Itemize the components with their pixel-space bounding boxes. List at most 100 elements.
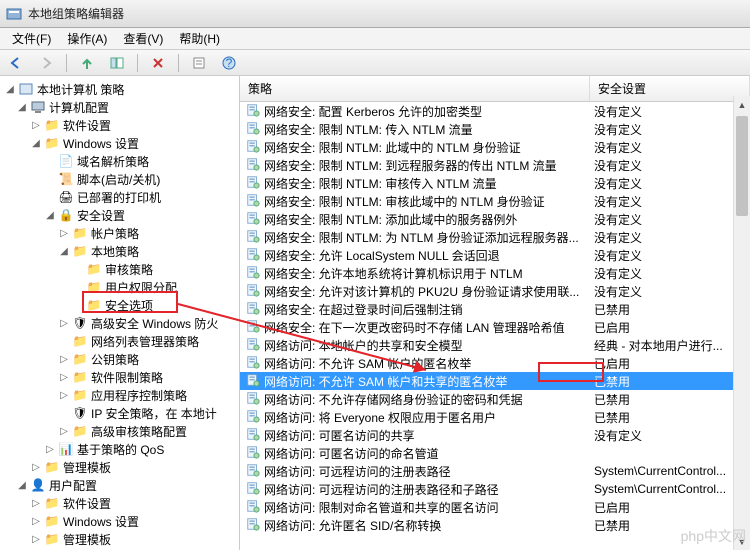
tree-item[interactable]: ▷📁软件设置 [0, 494, 239, 512]
collapse-icon[interactable]: ◢ [56, 246, 72, 257]
tree-item[interactable]: 📁用户权限分配 [0, 278, 239, 296]
expand-icon[interactable]: ▷ [56, 426, 72, 437]
tree-item[interactable]: 📜脚本(启动/关机) [0, 170, 239, 188]
expand-icon[interactable]: ▷ [42, 444, 58, 455]
policy-setting-cell: 没有定义 [590, 229, 750, 246]
tree-label: 本地策略 [91, 243, 139, 260]
tree-security-options[interactable]: 📁安全选项 [0, 296, 239, 314]
tree-item[interactable]: 📄域名解析策略 [0, 152, 239, 170]
policy-row[interactable]: 网络安全: 允许本地系统将计算机标识用于 NTLM没有定义 [240, 264, 750, 282]
expand-icon[interactable]: ▷ [28, 534, 44, 545]
policy-setting-cell: 没有定义 [590, 265, 750, 282]
vertical-scrollbar[interactable]: ▲ ▼ [733, 96, 750, 550]
policy-name-cell: 网络访问: 不允许 SAM 帐户和共享的匿名枚举 [240, 373, 590, 390]
policy-row[interactable]: 网络安全: 限制 NTLM: 审核传入 NTLM 流量没有定义 [240, 174, 750, 192]
tree-item[interactable]: 📁网络列表管理器策略 [0, 332, 239, 350]
col-setting[interactable]: 安全设置 [590, 76, 750, 101]
policy-row[interactable]: 网络安全: 允许 LocalSystem NULL 会话回退没有定义 [240, 246, 750, 264]
tree-item[interactable]: ▷📁软件设置 [0, 116, 239, 134]
tree-item[interactable]: ▷📁高级审核策略配置 [0, 422, 239, 440]
help-button[interactable]: ? [219, 53, 239, 73]
scroll-thumb[interactable] [736, 116, 748, 216]
collapse-icon[interactable]: ◢ [14, 102, 30, 113]
tree-item[interactable]: ▷📁管理模板 [0, 530, 239, 548]
menu-view[interactable]: 查看(V) [115, 28, 171, 49]
tree-label: Windows 设置 [63, 513, 139, 530]
list-body[interactable]: 网络安全: 配置 Kerberos 允许的加密类型没有定义网络安全: 限制 NT… [240, 102, 750, 534]
tree-item[interactable]: 📁审核策略 [0, 260, 239, 278]
tree-panel[interactable]: ◢ 本地计算机 策略 ◢ 计算机配置 ▷📁软件设置 [0, 76, 240, 550]
tree-security-settings[interactable]: ◢🔒安全设置 [0, 206, 239, 224]
policy-item-icon [246, 265, 260, 282]
policy-row[interactable]: 网络访问: 可匿名访问的命名管道 [240, 444, 750, 462]
policy-row[interactable]: 网络访问: 本地帐户的共享和安全模型经典 - 对本地用户进行... [240, 336, 750, 354]
up-button[interactable] [77, 53, 97, 73]
user-icon: 👤 [30, 477, 46, 493]
policy-row[interactable]: 网络安全: 配置 Kerberos 允许的加密类型没有定义 [240, 102, 750, 120]
tree-item[interactable]: ▷📁管理模板 [0, 458, 239, 476]
expand-icon[interactable]: ▷ [56, 318, 72, 329]
tree-item[interactable]: ▷🛡高级安全 Windows 防火 [0, 314, 239, 332]
policy-row[interactable]: 网络安全: 限制 NTLM: 添加此域中的服务器例外没有定义 [240, 210, 750, 228]
expand-icon[interactable]: ▷ [28, 516, 44, 527]
script-icon: 📜 [58, 171, 74, 187]
tree-item[interactable]: ▷📁软件限制策略 [0, 368, 239, 386]
expand-icon[interactable]: ▷ [28, 498, 44, 509]
delete-button[interactable] [148, 53, 168, 73]
tree-item[interactable]: ▷📊基于策略的 QoS [0, 440, 239, 458]
policy-row[interactable]: 网络访问: 可远程访问的注册表路径和子路径System\CurrentContr… [240, 480, 750, 498]
expand-icon[interactable]: ▷ [28, 462, 44, 473]
watermark: php中文网 [681, 526, 746, 546]
policy-row[interactable]: 网络安全: 允许对该计算机的 PKU2U 身份验证请求使用联...没有定义 [240, 282, 750, 300]
policy-row[interactable]: 网络访问: 不允许 SAM 帐户和共享的匿名枚举已禁用 [240, 372, 750, 390]
collapse-icon[interactable]: ◢ [14, 480, 30, 491]
forward-button[interactable] [36, 53, 56, 73]
printer-icon: 🖨 [58, 189, 74, 205]
tree-item[interactable]: 🛡IP 安全策略，在 本地计 [0, 404, 239, 422]
tree-item[interactable]: ▷📁应用程序控制策略 [0, 386, 239, 404]
tree-item[interactable]: 🖨已部署的打印机 [0, 188, 239, 206]
menu-action[interactable]: 操作(A) [59, 28, 115, 49]
expand-icon[interactable]: ▷ [56, 390, 72, 401]
policy-row[interactable]: 网络访问: 限制对命名管道和共享的匿名访问已启用 [240, 498, 750, 516]
policy-row[interactable]: 网络访问: 可匿名访问的共享没有定义 [240, 426, 750, 444]
policy-row[interactable]: 网络访问: 不允许 SAM 帐户的匿名枚举已启用 [240, 354, 750, 372]
policy-name: 网络安全: 限制 NTLM: 审核传入 NTLM 流量 [264, 175, 497, 192]
policy-row[interactable]: 网络安全: 限制 NTLM: 为 NTLM 身份验证添加远程服务器...没有定义 [240, 228, 750, 246]
policy-row[interactable]: 网络访问: 将 Everyone 权限应用于匿名用户已禁用 [240, 408, 750, 426]
policy-row[interactable]: 网络访问: 可远程访问的注册表路径System\CurrentControl..… [240, 462, 750, 480]
tree-item[interactable]: ▷📁帐户策略 [0, 224, 239, 242]
policy-row[interactable]: 网络访问: 允许匿名 SID/名称转换已禁用 [240, 516, 750, 534]
collapse-icon[interactable]: ◢ [2, 84, 18, 95]
expand-icon[interactable]: ▷ [56, 372, 72, 383]
menu-help[interactable]: 帮助(H) [171, 28, 228, 49]
tree-user-config[interactable]: ◢👤用户配置 [0, 476, 239, 494]
properties-button[interactable] [189, 53, 209, 73]
tree-computer-config[interactable]: ◢ 计算机配置 [0, 98, 239, 116]
tree-item[interactable]: ▷📁Windows 设置 [0, 512, 239, 530]
policy-row[interactable]: 网络安全: 限制 NTLM: 审核此域中的 NTLM 身份验证没有定义 [240, 192, 750, 210]
policy-setting-cell: 没有定义 [590, 121, 750, 138]
policy-row[interactable]: 网络安全: 限制 NTLM: 到远程服务器的传出 NTLM 流量没有定义 [240, 156, 750, 174]
tree-item[interactable]: ▷📁公钥策略 [0, 350, 239, 368]
tree-root[interactable]: ◢ 本地计算机 策略 [0, 80, 239, 98]
scroll-up-arrow[interactable]: ▲ [734, 96, 750, 113]
policy-row[interactable]: 网络安全: 在下一次更改密码时不存储 LAN 管理器哈希值已启用 [240, 318, 750, 336]
show-hide-tree-button[interactable] [107, 53, 127, 73]
collapse-icon[interactable]: ◢ [42, 210, 58, 221]
policy-setting-cell: 没有定义 [590, 103, 750, 120]
policy-row[interactable]: 网络访问: 不允许存储网络身份验证的密码和凭据已禁用 [240, 390, 750, 408]
col-policy[interactable]: 策略 [240, 76, 590, 101]
menu-file[interactable]: 文件(F) [4, 28, 59, 49]
policy-row[interactable]: 网络安全: 限制 NTLM: 传入 NTLM 流量没有定义 [240, 120, 750, 138]
svg-text:?: ? [226, 56, 233, 70]
back-button[interactable] [6, 53, 26, 73]
policy-row[interactable]: 网络安全: 限制 NTLM: 此域中的 NTLM 身份验证没有定义 [240, 138, 750, 156]
expand-icon[interactable]: ▷ [28, 120, 44, 131]
tree-local-policies[interactable]: ◢📁本地策略 [0, 242, 239, 260]
collapse-icon[interactable]: ◢ [28, 138, 44, 149]
expand-icon[interactable]: ▷ [56, 228, 72, 239]
expand-icon[interactable]: ▷ [56, 354, 72, 365]
tree-item[interactable]: ◢📁Windows 设置 [0, 134, 239, 152]
policy-row[interactable]: 网络安全: 在超过登录时间后强制注销已禁用 [240, 300, 750, 318]
